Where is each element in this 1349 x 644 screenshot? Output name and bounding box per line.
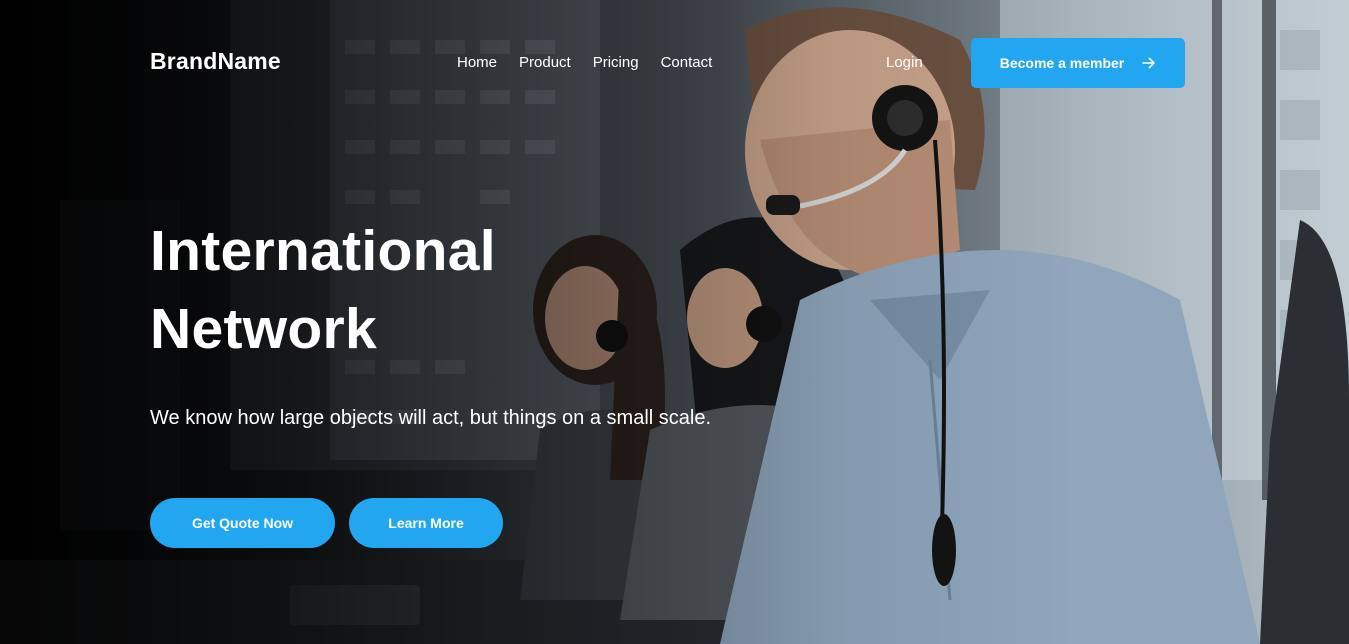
- nav-link-home[interactable]: Home: [457, 54, 497, 71]
- hero-title-line-1: International: [150, 219, 496, 283]
- nav-link-product[interactable]: Product: [519, 54, 571, 71]
- hero-title-line-2: Network: [150, 297, 377, 361]
- get-quote-button[interactable]: Get Quote Now: [150, 498, 335, 548]
- nav-link-contact[interactable]: Contact: [661, 54, 713, 71]
- hero-subtitle: We know how large objects will act, but …: [150, 407, 712, 429]
- arrow-right-icon: [1142, 56, 1156, 70]
- hero-title: International Network: [150, 212, 496, 368]
- main-menu: Home Product Pricing Contact: [457, 54, 712, 71]
- become-member-label: Become a member: [999, 55, 1125, 71]
- become-member-button[interactable]: Become a member: [971, 38, 1185, 88]
- nav-link-pricing[interactable]: Pricing: [593, 54, 639, 71]
- learn-more-button[interactable]: Learn More: [349, 498, 503, 548]
- hero-section: BrandName Home Product Pricing Contact L…: [0, 0, 1349, 644]
- brand-logo[interactable]: BrandName: [150, 48, 281, 75]
- login-link[interactable]: Login: [886, 54, 923, 71]
- top-navigation: BrandName Home Product Pricing Contact L…: [0, 0, 1349, 125]
